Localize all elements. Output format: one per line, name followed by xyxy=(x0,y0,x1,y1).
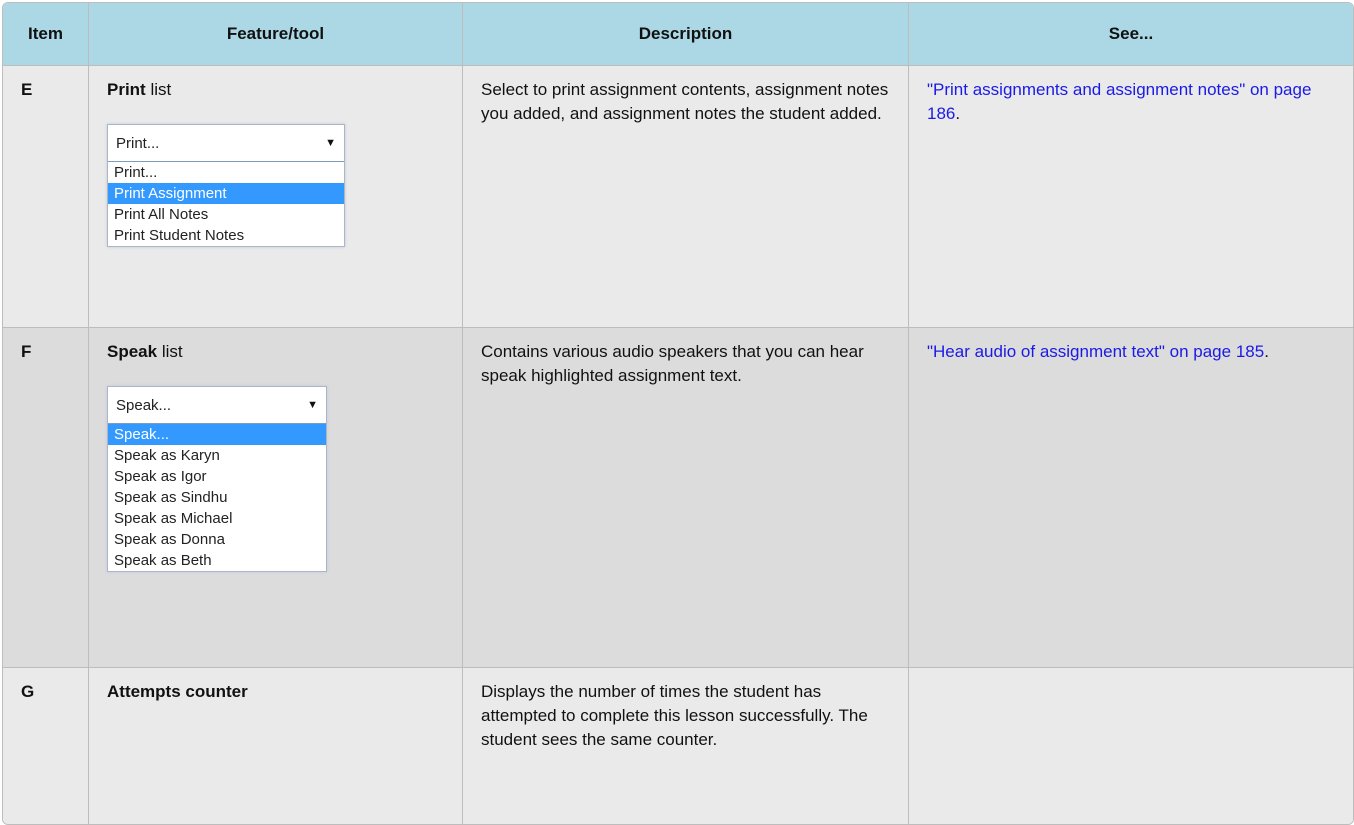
triangle-down-icon[interactable]: ▼ xyxy=(307,395,318,416)
see-after: . xyxy=(1264,342,1269,361)
feature-table: Item Feature/tool Description See... E P… xyxy=(2,2,1354,825)
feature-name-bold: Print xyxy=(107,80,146,99)
feature-cell: Attempts counter xyxy=(89,668,463,824)
header-item: Item xyxy=(3,3,89,65)
dropdown-option[interactable]: Speak as Michael xyxy=(108,508,326,529)
see-link[interactable]: "Print assignments and assignment notes"… xyxy=(927,80,1311,123)
speak-dropdown-selected[interactable]: Speak... ▼ xyxy=(108,387,326,424)
table-row: E Print list Print... ▼ Print... Print A… xyxy=(3,66,1353,328)
dropdown-option[interactable]: Speak as Igor xyxy=(108,466,326,487)
header-feature: Feature/tool xyxy=(89,3,463,65)
feature-cell: Print list Print... ▼ Print... Print Ass… xyxy=(89,66,463,327)
print-dropdown-selected[interactable]: Print... ▼ xyxy=(108,125,344,162)
table-row: F Speak list Speak... ▼ Speak... Speak a… xyxy=(3,328,1353,668)
see-cell: "Print assignments and assignment notes"… xyxy=(909,66,1353,327)
header-description: Description xyxy=(463,3,909,65)
dropdown-option[interactable]: Speak as Karyn xyxy=(108,445,326,466)
dropdown-option[interactable]: Speak as Beth xyxy=(108,550,326,571)
dropdown-option[interactable]: Print Student Notes xyxy=(108,225,344,246)
speak-dropdown[interactable]: Speak... ▼ Speak... Speak as Karyn Speak… xyxy=(107,386,327,572)
dropdown-option-highlighted[interactable]: Print Assignment xyxy=(108,183,344,204)
header-see: See... xyxy=(1108,24,1154,43)
feature-name: Speak list xyxy=(107,340,444,364)
dropdown-option[interactable]: Print All Notes xyxy=(108,204,344,225)
dropdown-option[interactable]: Speak as Donna xyxy=(108,529,326,550)
feature-name-bold: Attempts counter xyxy=(107,682,248,701)
see-after: . xyxy=(955,104,961,123)
description-cell: Displays the number of times the student… xyxy=(463,668,909,824)
item-letter: G xyxy=(3,668,89,824)
feature-name: Print list xyxy=(107,78,444,102)
dropdown-option[interactable]: Speak as Sindhu xyxy=(108,487,326,508)
speak-dropdown-value: Speak... xyxy=(116,396,172,414)
see-cell: "Hear audio of assignment text" on page … xyxy=(909,328,1353,667)
dropdown-option-highlighted[interactable]: Speak... xyxy=(108,424,326,445)
print-dropdown[interactable]: Print... ▼ Print... Print Assignment Pri… xyxy=(107,124,345,247)
feature-name-bold: Speak xyxy=(107,342,158,361)
item-letter: F xyxy=(3,328,89,667)
see-link[interactable]: "Hear audio of assignment text" on page … xyxy=(927,342,1264,361)
feature-cell: Speak list Speak... ▼ Speak... Speak as … xyxy=(89,328,463,667)
table-row: G Attempts counter Displays the number o… xyxy=(3,668,1353,824)
dropdown-option[interactable]: Print... xyxy=(108,162,344,183)
description-cell: Select to print assignment contents, ass… xyxy=(463,66,909,327)
item-letter: E xyxy=(3,66,89,327)
print-dropdown-value: Print... xyxy=(116,134,160,152)
table-header: Item Feature/tool Description See... xyxy=(3,3,1353,66)
triangle-down-icon[interactable]: ▼ xyxy=(325,133,336,154)
see-cell xyxy=(909,668,1353,824)
feature-name-rest: list xyxy=(157,342,183,361)
description-cell: Contains various audio speakers that you… xyxy=(463,328,909,667)
feature-name-rest: list xyxy=(145,80,172,99)
